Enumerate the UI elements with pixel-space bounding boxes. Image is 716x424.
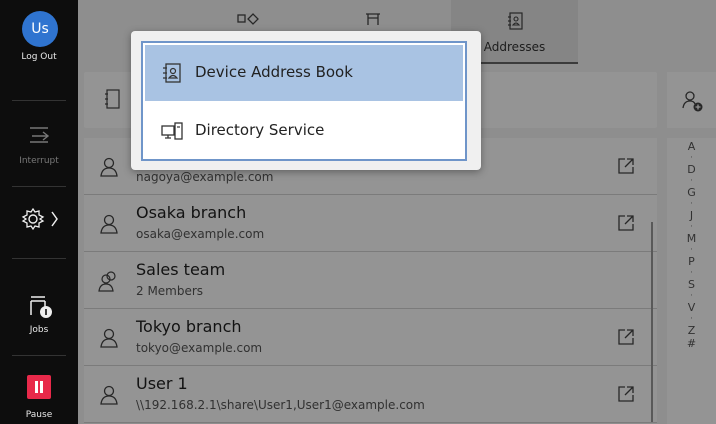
rail-divider xyxy=(12,100,66,101)
dropdown-options: Device Address Book Directory Service xyxy=(141,41,467,161)
directory-service-icon xyxy=(161,122,183,140)
logout-label[interactable]: Log Out xyxy=(0,52,78,62)
pause-button[interactable] xyxy=(27,375,51,399)
settings-gear-icon[interactable] xyxy=(20,206,60,232)
option-device-address-book[interactable]: Device Address Book xyxy=(145,45,463,101)
address-source-dropdown: Device Address Book Directory Service xyxy=(131,31,481,170)
user-avatar[interactable]: Us xyxy=(22,11,58,47)
interrupt-label: Interrupt xyxy=(19,156,59,166)
pause-label: Pause xyxy=(25,410,53,420)
option-directory-service[interactable]: Directory Service xyxy=(145,103,463,159)
rail-divider xyxy=(12,258,66,259)
left-rail: Us Log Out Interrupt Jobs Pause xyxy=(0,0,78,424)
rail-divider xyxy=(12,355,66,356)
rail-divider xyxy=(12,186,66,187)
option-label: Device Address Book xyxy=(195,63,353,81)
jobs-icon[interactable] xyxy=(27,293,53,319)
jobs-label: Jobs xyxy=(29,325,49,335)
option-label: Directory Service xyxy=(195,121,325,139)
address-book-icon xyxy=(163,63,181,83)
interrupt-icon[interactable] xyxy=(27,124,51,146)
